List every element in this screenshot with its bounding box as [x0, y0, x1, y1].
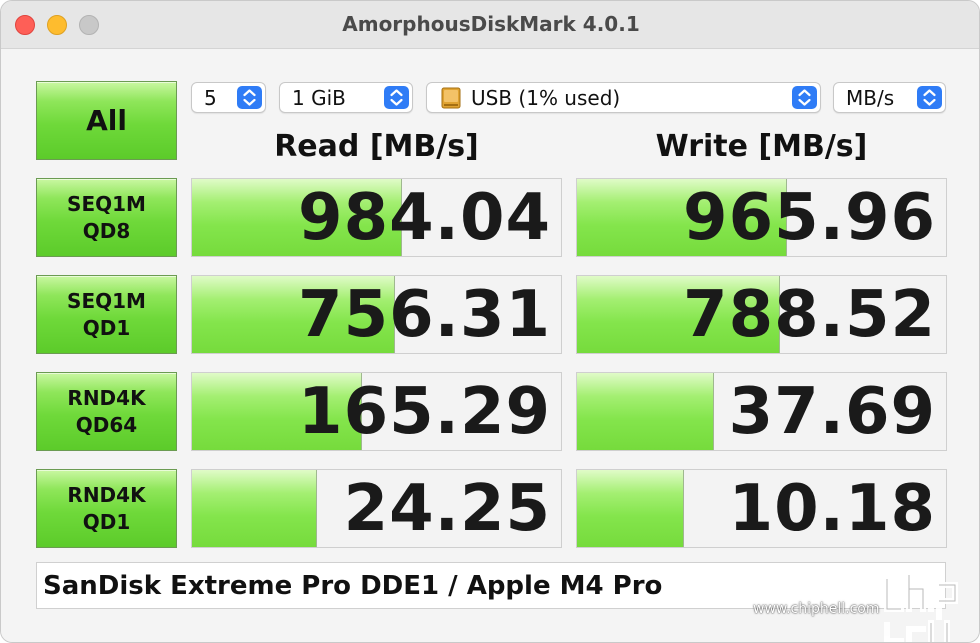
unit-select[interactable]: MB/s [833, 82, 946, 113]
write-result-bar [577, 470, 684, 547]
test-name: SEQ1M [67, 191, 146, 216]
chiphell-logo [879, 569, 969, 642]
read-result-cell: 984.04 [191, 178, 562, 257]
read-result-value: 165.29 [298, 375, 551, 449]
read-column-header: Read [MB/s] [274, 129, 479, 164]
read-result-bar [192, 470, 318, 547]
write-column-header: Write [MB/s] [655, 129, 868, 164]
seq1m-qd8-test-button[interactable]: SEQ1M QD8 [36, 178, 177, 257]
rnd4k-qd1-test-button[interactable]: RND4K QD1 [36, 469, 177, 548]
up-down-chevron-icon [384, 86, 409, 109]
test-count-select[interactable]: 5 [191, 82, 266, 113]
seq1m-qd1-test-button[interactable]: SEQ1M QD1 [36, 275, 177, 354]
write-result-value: 965.96 [683, 181, 936, 255]
unit-value: MB/s [846, 85, 895, 110]
write-result-cell: 788.52 [576, 275, 947, 354]
write-result-value: 10.18 [728, 472, 936, 546]
test-name: RND4K [67, 482, 146, 507]
write-result-value: 788.52 [683, 278, 936, 352]
read-result-cell: 165.29 [191, 372, 562, 451]
test-queue-depth: QD64 [75, 412, 138, 437]
watermark-url: www.chiphell.com [753, 601, 880, 617]
drive-select[interactable]: USB (1% used) [426, 82, 821, 113]
test-size-value: 1 GiB [292, 85, 346, 110]
read-result-value: 984.04 [298, 181, 551, 255]
write-result-bar [577, 373, 714, 450]
test-queue-depth: QD1 [82, 509, 131, 534]
write-result-cell: 37.69 [576, 372, 947, 451]
test-queue-depth: QD1 [82, 315, 131, 340]
app-window: AmorphousDiskMark 4.0.1 All 5 1 GiB USB … [0, 0, 980, 643]
write-result-cell: 965.96 [576, 178, 947, 257]
read-result-cell: 756.31 [191, 275, 562, 354]
up-down-chevron-icon [792, 86, 817, 109]
drive-value: USB (1% used) [471, 85, 621, 110]
test-size-select[interactable]: 1 GiB [279, 82, 413, 113]
up-down-chevron-icon [917, 86, 942, 109]
up-down-chevron-icon [237, 86, 262, 109]
external-drive-icon [439, 87, 463, 109]
read-result-value: 756.31 [298, 278, 551, 352]
rnd4k-qd64-test-button[interactable]: RND4K QD64 [36, 372, 177, 451]
title-bar: AmorphousDiskMark 4.0.1 [1, 1, 979, 49]
test-name: SEQ1M [67, 288, 146, 313]
read-result-value: 24.25 [343, 472, 551, 546]
test-count-value: 5 [204, 85, 217, 110]
write-result-value: 37.69 [728, 375, 936, 449]
all-tests-button[interactable]: All [36, 81, 177, 160]
read-result-cell: 24.25 [191, 469, 562, 548]
main-content: All 5 1 GiB USB (1% used) MB/s Read [MB/… [1, 49, 979, 642]
write-result-cell: 10.18 [576, 469, 947, 548]
test-name: RND4K [67, 385, 146, 410]
window-title: AmorphousDiskMark 4.0.1 [342, 12, 640, 36]
test-queue-depth: QD8 [82, 218, 131, 243]
